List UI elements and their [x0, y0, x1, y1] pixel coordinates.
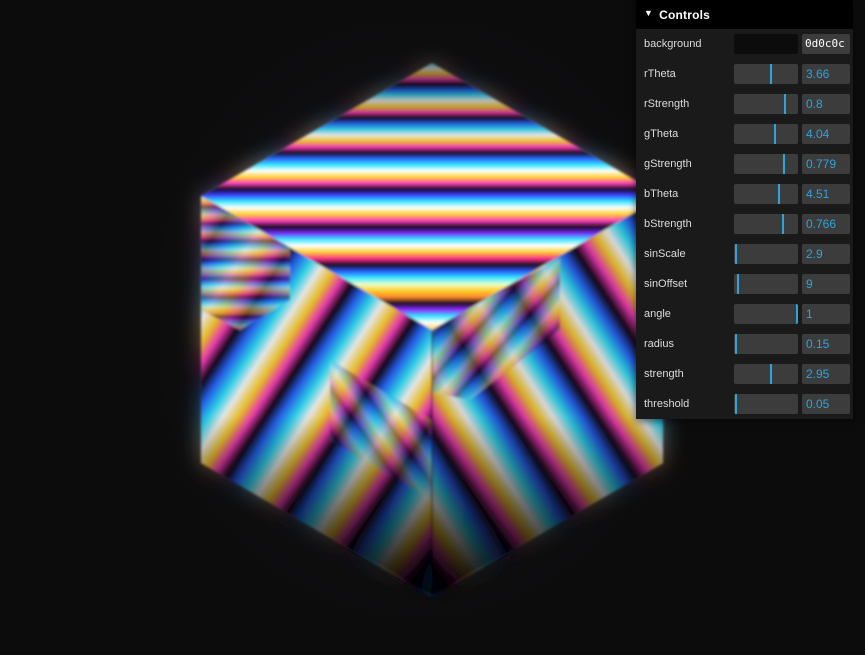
slider-handle-gStrength[interactable] — [782, 153, 785, 174]
slider-angle[interactable] — [734, 303, 798, 324]
control-label-angle: angle — [644, 307, 671, 320]
control-label-bTheta: bTheta — [644, 187, 679, 200]
control-label-gTheta: gTheta — [644, 127, 679, 140]
control-row-background: background 0d0c0c — [636, 29, 853, 59]
slider-handle-threshold[interactable] — [734, 393, 737, 414]
control-widget-bTheta: 4.51 — [734, 183, 850, 204]
slider-bStrength[interactable] — [734, 213, 798, 234]
chevron-down-icon[interactable]: ▼ — [644, 9, 653, 18]
value-input-sinOffset[interactable]: 9 — [802, 273, 850, 294]
panel-title: Controls — [659, 7, 711, 22]
value-input-rTheta[interactable]: 3.66 — [802, 63, 850, 84]
control-label-sinOffset: sinOffset — [644, 277, 688, 290]
control-widget-gTheta: 4.04 — [734, 123, 850, 144]
control-row-gTheta: gTheta 4.04 — [636, 119, 853, 149]
controls-list: background 0d0c0c rTheta 3.66 rStrength 0.8 gT… — [636, 29, 853, 419]
slider-handle-rTheta[interactable] — [770, 63, 773, 84]
control-label-sinScale: sinScale — [644, 247, 686, 260]
slider-handle-strength[interactable] — [770, 363, 773, 384]
control-widget-bStrength: 0.766 — [734, 213, 850, 234]
value-input-radius[interactable]: 0.15 — [802, 333, 850, 354]
controls-panel[interactable]: ▼ Controls background 0d0c0c rTheta 3.66 rSt… — [636, 0, 853, 419]
slider-threshold[interactable] — [734, 393, 798, 414]
control-label-strength: strength — [644, 367, 684, 380]
slider-strength[interactable] — [734, 363, 798, 384]
control-row-sinScale: sinScale 2.9 — [636, 239, 853, 269]
color-swatch-background[interactable] — [734, 33, 798, 54]
value-input-gTheta[interactable]: 4.04 — [802, 123, 850, 144]
control-row-rTheta: rTheta 3.66 — [636, 59, 853, 89]
slider-gStrength[interactable] — [734, 153, 798, 174]
control-row-bStrength: bStrength 0.766 — [636, 209, 853, 239]
slider-handle-rStrength[interactable] — [784, 93, 787, 114]
control-widget-sinScale: 2.9 — [734, 243, 850, 264]
control-row-sinOffset: sinOffset 9 — [636, 269, 853, 299]
slider-sinScale[interactable] — [734, 243, 798, 264]
slider-radius[interactable] — [734, 333, 798, 354]
control-widget-gStrength: 0.779 — [734, 153, 850, 174]
control-label-radius: radius — [644, 337, 674, 350]
value-input-threshold[interactable]: 0.05 — [802, 393, 850, 414]
control-row-threshold: threshold 0.05 — [636, 389, 853, 419]
hex-input-background[interactable]: 0d0c0c — [802, 33, 850, 54]
slider-handle-sinScale[interactable] — [734, 243, 737, 264]
slider-handle-gTheta[interactable] — [773, 123, 776, 144]
control-widget-threshold: 0.05 — [734, 393, 850, 414]
slider-sinOffset[interactable] — [734, 273, 798, 294]
control-label-background: background — [644, 37, 702, 50]
control-widget-background: 0d0c0c — [734, 33, 850, 54]
control-widget-radius: 0.15 — [734, 333, 850, 354]
slider-handle-radius[interactable] — [734, 333, 737, 354]
slider-rStrength[interactable] — [734, 93, 798, 114]
control-row-strength: strength 2.95 — [636, 359, 853, 389]
control-widget-sinOffset: 9 — [734, 273, 850, 294]
value-input-angle[interactable]: 1 — [802, 303, 850, 324]
control-label-gStrength: gStrength — [644, 157, 692, 170]
panel-header[interactable]: ▼ Controls — [636, 0, 853, 29]
value-input-sinScale[interactable]: 2.9 — [802, 243, 850, 264]
control-label-rStrength: rStrength — [644, 97, 690, 110]
slider-handle-sinOffset[interactable] — [737, 273, 740, 294]
value-input-strength[interactable]: 2.95 — [802, 363, 850, 384]
value-input-rStrength[interactable]: 0.8 — [802, 93, 850, 114]
slider-gTheta[interactable] — [734, 123, 798, 144]
slider-handle-bStrength[interactable] — [782, 213, 785, 234]
value-input-bTheta[interactable]: 4.51 — [802, 183, 850, 204]
slider-handle-angle[interactable] — [795, 303, 798, 324]
slider-rTheta[interactable] — [734, 63, 798, 84]
control-row-bTheta: bTheta 4.51 — [636, 179, 853, 209]
control-row-gStrength: gStrength 0.779 — [636, 149, 853, 179]
control-widget-angle: 1 — [734, 303, 850, 324]
control-label-rTheta: rTheta — [644, 67, 676, 80]
control-label-threshold: threshold — [644, 397, 690, 410]
render-canvas[interactable]: ▼ Controls background 0d0c0c rTheta 3.66 rSt… — [0, 0, 865, 655]
control-widget-rTheta: 3.66 — [734, 63, 850, 84]
control-widget-rStrength: 0.8 — [734, 93, 850, 114]
slider-handle-bTheta[interactable] — [778, 183, 781, 204]
control-row-rStrength: rStrength 0.8 — [636, 89, 853, 119]
slider-bTheta[interactable] — [734, 183, 798, 204]
value-input-bStrength[interactable]: 0.766 — [802, 213, 850, 234]
control-row-angle: angle 1 — [636, 299, 853, 329]
control-label-bStrength: bStrength — [644, 217, 692, 230]
control-row-radius: radius 0.15 — [636, 329, 853, 359]
control-widget-strength: 2.95 — [734, 363, 850, 384]
value-input-gStrength[interactable]: 0.779 — [802, 153, 850, 174]
